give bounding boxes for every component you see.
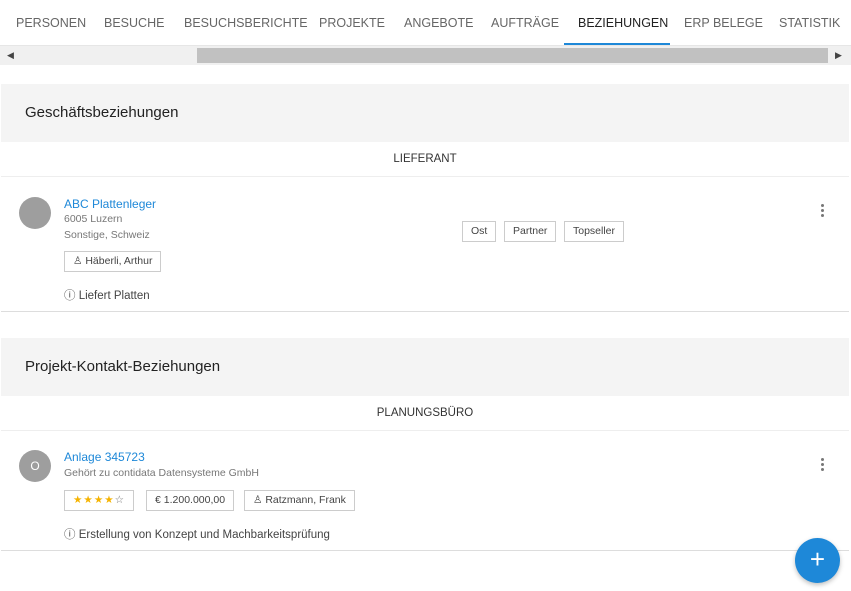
scroll-thumb[interactable] bbox=[197, 48, 828, 63]
tab-angebote[interactable]: ANGEBOTE bbox=[404, 0, 473, 46]
relation-card: ABC Plattenleger 6005 Luzern Sonstige, S… bbox=[1, 178, 849, 312]
tab-beziehungen[interactable]: BEZIEHUNGEN bbox=[578, 0, 668, 46]
section-title: Projekt-Kontakt-Beziehungen bbox=[25, 358, 221, 375]
add-button[interactable]: + bbox=[795, 538, 840, 583]
note: ⓘ Erstellung von Konzept und Machbarkeit… bbox=[64, 526, 330, 542]
note-text: Erstellung von Konzept und Machbarkeitsp… bbox=[78, 529, 330, 541]
owner-text: Gehört zu contidata Datensysteme GmbH bbox=[64, 467, 259, 479]
relation-card: O Anlage 345723 Gehört zu contidata Date… bbox=[1, 432, 849, 551]
tab-statistik[interactable]: STATISTIK bbox=[779, 0, 840, 46]
address-line2: Sonstige, Schweiz bbox=[64, 229, 150, 241]
tab-projekte[interactable]: PROJEKTE bbox=[319, 0, 385, 46]
amount-chip: € 1.200.000,00 bbox=[146, 490, 235, 511]
tab-personen[interactable]: PERSONEN bbox=[16, 0, 86, 46]
project-link[interactable]: Anlage 345723 bbox=[64, 450, 145, 464]
tab-erp-belege[interactable]: ERP BELEGE bbox=[684, 0, 763, 46]
tab-bar: PERSONEN BESUCHE BESUCHSBERICHTE PROJEKT… bbox=[0, 0, 851, 46]
address-line1: 6005 Luzern bbox=[64, 213, 123, 225]
section-header-projekt-kontakt: Projekt-Kontakt-Beziehungen bbox=[1, 338, 849, 396]
contact-name: Ratzmann, Frank bbox=[265, 494, 346, 506]
note: ⓘ Liefert Platten bbox=[64, 287, 150, 303]
tab-scrollbar[interactable]: ◀ ▶ bbox=[0, 46, 851, 65]
contact-name: Häberli, Arthur bbox=[85, 255, 153, 267]
avatar bbox=[19, 197, 51, 229]
company-link[interactable]: ABC Plattenleger bbox=[64, 197, 156, 211]
section-title: Geschäftsbeziehungen bbox=[25, 104, 179, 121]
scroll-right-arrow-icon[interactable]: ▶ bbox=[835, 50, 842, 61]
rating-stars: ★★★★☆ bbox=[73, 494, 126, 506]
contact-chip[interactable]: ♙ Häberli, Arthur bbox=[64, 251, 162, 272]
group-label-planungsbuero: PLANUNGSBÜRO bbox=[1, 396, 849, 431]
person-icon: ♙ bbox=[253, 494, 263, 506]
tab-besuche[interactable]: BESUCHE bbox=[104, 0, 164, 46]
tab-auftraege[interactable]: AUFTRÄGE bbox=[491, 0, 559, 46]
info-icon: ⓘ bbox=[64, 529, 76, 541]
scroll-left-arrow-icon[interactable]: ◀ bbox=[7, 50, 14, 61]
more-vertical-icon[interactable] bbox=[819, 204, 825, 219]
rating-chip: ★★★★☆ bbox=[64, 490, 135, 511]
section-header-geschaeftsbeziehungen: Geschäftsbeziehungen bbox=[1, 84, 849, 142]
tag-chip: Partner bbox=[504, 221, 557, 242]
person-icon: ♙ bbox=[73, 255, 83, 267]
tag-chip: Ost bbox=[462, 221, 497, 242]
contact-chip[interactable]: ♙ Ratzmann, Frank bbox=[244, 490, 355, 511]
info-icon: ⓘ bbox=[64, 290, 76, 302]
active-tab-indicator bbox=[564, 43, 670, 45]
tag-chip: Topseller bbox=[564, 221, 625, 242]
note-text: Liefert Platten bbox=[78, 290, 150, 302]
add-icon: + bbox=[809, 544, 826, 574]
avatar: O bbox=[19, 450, 51, 482]
tab-besuchsberichte[interactable]: BESUCHSBERICHTE bbox=[184, 0, 308, 46]
group-label-lieferant: LIEFERANT bbox=[1, 142, 849, 177]
more-vertical-icon[interactable] bbox=[819, 458, 825, 473]
